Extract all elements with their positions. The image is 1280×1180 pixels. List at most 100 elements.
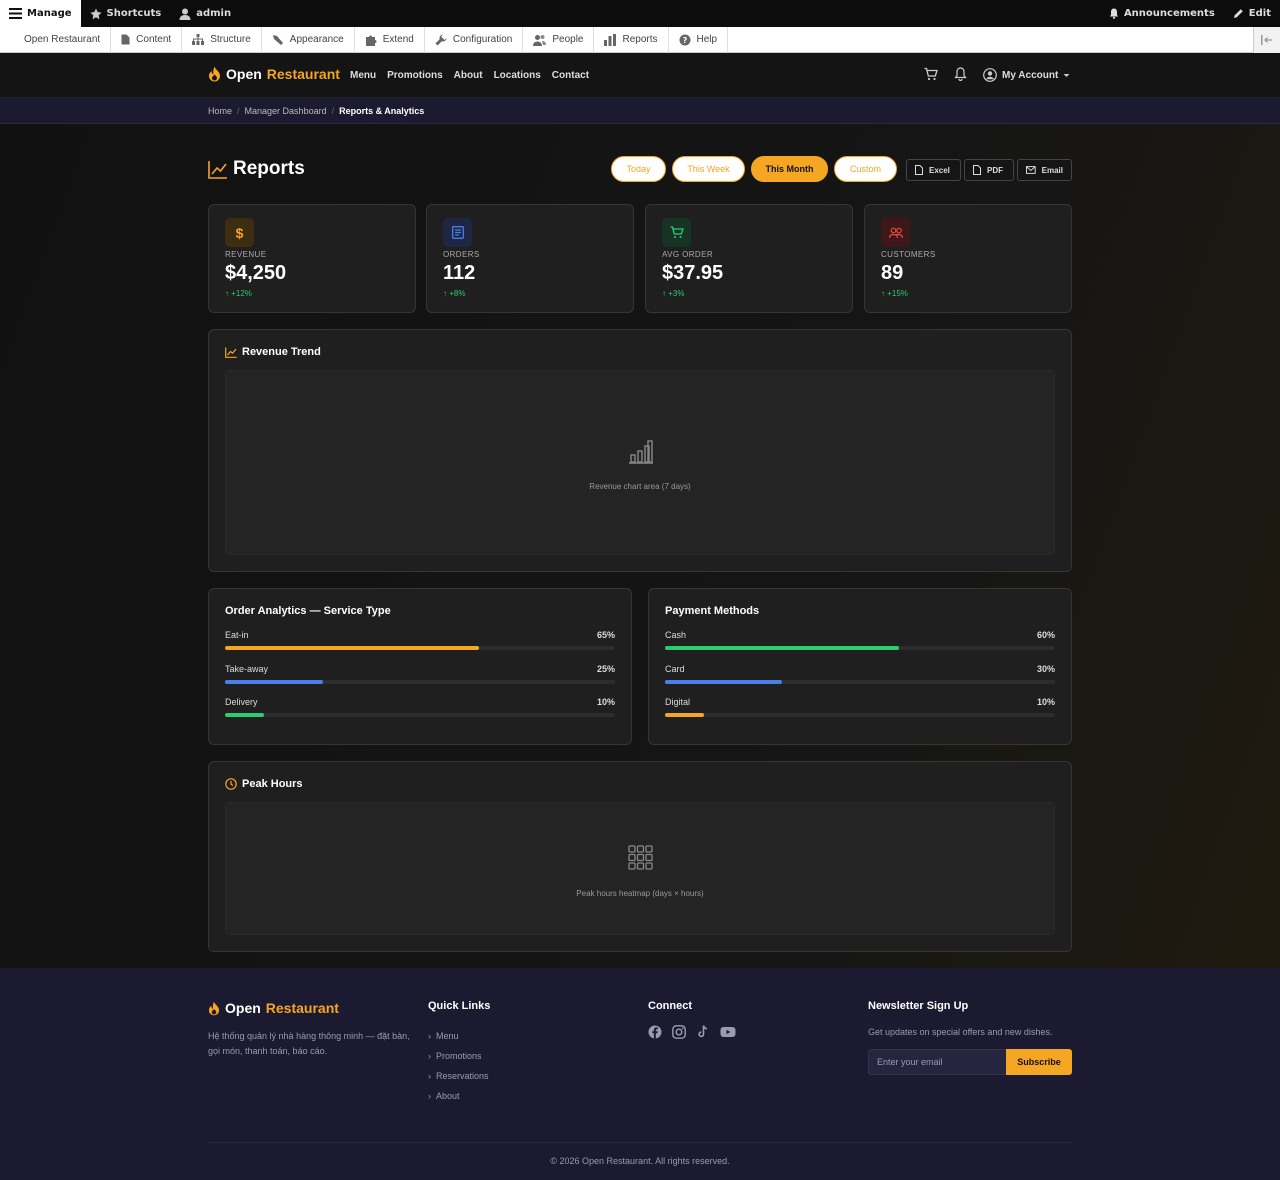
user-tab[interactable]: admin	[170, 0, 240, 27]
account-menu[interactable]: My Account	[983, 68, 1070, 82]
edit-label: Edit	[1248, 8, 1271, 19]
site-logo[interactable]: Open Restaurant	[208, 66, 340, 82]
tray-item-open-restaurant[interactable]: Open Restaurant	[0, 26, 112, 53]
dollar-icon: $	[225, 218, 254, 247]
instagram-icon[interactable]	[672, 1025, 686, 1039]
email-input[interactable]	[868, 1049, 1006, 1075]
youtube-icon[interactable]	[720, 1025, 736, 1039]
link-label: Promotions	[436, 1051, 482, 1061]
revenue-chart-area: Revenue chart area (7 days)	[225, 370, 1055, 555]
revenue-chart-placeholder: Revenue chart area (7 days)	[589, 482, 691, 491]
period-custom[interactable]: Custom	[834, 156, 897, 182]
breadcrumb-dashboard[interactable]: Manager Dashboard	[245, 106, 327, 116]
payment-row-card: Card 30%	[665, 664, 1055, 692]
main-nav: Menu Promotions About Locations Contact	[350, 70, 589, 81]
facebook-icon[interactable]	[648, 1025, 662, 1039]
hamburger-icon	[9, 8, 22, 19]
stat-label: AVG ORDER	[662, 250, 714, 259]
stat-change: ↑ +3%	[662, 289, 685, 298]
copyright: © 2026 Open Restaurant. All rights reser…	[550, 1156, 730, 1166]
period-this-month[interactable]: This Month	[751, 156, 828, 182]
peak-hours-card: Peak Hours Peak hours heatmap (days × ho…	[208, 761, 1072, 952]
export-email-button[interactable]: Email	[1017, 159, 1072, 181]
chevron-right-icon: ›	[428, 1031, 431, 1041]
admin-toolbar: Manage Shortcuts admin Announcements Edi…	[0, 0, 1280, 27]
row-percent: 10%	[596, 697, 615, 707]
tray-label: Appearance	[289, 34, 344, 45]
row-name: Digital	[665, 697, 691, 707]
collapse-icon	[1261, 34, 1272, 45]
service-row-take-away: Take-away 25%	[225, 664, 615, 692]
row-percent: 25%	[596, 664, 615, 674]
stat-card-customers: CUSTOMERS 89 ↑ +15%	[864, 204, 1072, 313]
breadcrumb-separator: /	[331, 105, 335, 116]
payment-methods-title: Payment Methods	[665, 605, 760, 617]
breadcrumb-home[interactable]: Home	[208, 106, 232, 116]
tray-label: Extend	[382, 34, 414, 45]
row-name: Eat-in	[225, 630, 249, 640]
tray-item-help[interactable]: ? Help	[669, 26, 729, 53]
notification-bell-icon[interactable]	[954, 67, 967, 81]
service-row-delivery: Delivery 10%	[225, 697, 615, 725]
footer-link-about[interactable]: › About	[428, 1086, 490, 1106]
puzzle-icon	[365, 35, 377, 46]
announcements-label: Announcements	[1123, 8, 1215, 19]
nav-promotions[interactable]: Promotions	[387, 70, 443, 81]
nav-about[interactable]: About	[454, 70, 483, 81]
newsletter-text: Get updates on special offers and new di…	[868, 1027, 1053, 1037]
star-icon	[89, 8, 102, 19]
footer-quick-links: Quick Links › Menu › Promotions › Reservati…	[428, 1000, 490, 1106]
stat-value: 112	[443, 262, 476, 284]
link-label: About	[436, 1091, 460, 1101]
wrench-icon	[435, 33, 447, 45]
progress-fill	[225, 680, 323, 684]
payment-methods-card: Payment Methods Cash 60% Card 30% Digita…	[648, 588, 1072, 745]
nav-locations[interactable]: Locations	[494, 70, 541, 81]
row-percent: 60%	[1036, 630, 1055, 640]
newsletter-form: Subscribe	[868, 1049, 1072, 1075]
link-label: Reservations	[436, 1071, 489, 1081]
document-icon	[121, 34, 130, 45]
footer-link-promotions[interactable]: › Promotions	[428, 1046, 490, 1066]
brand-second: Restaurant	[265, 1000, 339, 1016]
stat-value: $4,250	[225, 262, 287, 284]
tray-item-appearance[interactable]: Appearance	[262, 26, 355, 53]
tray-item-reports[interactable]: Reports	[594, 26, 669, 53]
account-label: My Account	[1002, 69, 1059, 81]
footer-logo[interactable]: Open Restaurant	[208, 1000, 418, 1016]
page-title-text: Reports	[233, 158, 305, 179]
export-pdf-button[interactable]: PDF	[964, 159, 1014, 181]
tray-item-extend[interactable]: Extend	[355, 26, 425, 53]
row-name: Take-away	[225, 664, 269, 674]
collapse-tray-button[interactable]	[1253, 26, 1280, 53]
edit-button[interactable]: Edit	[1224, 0, 1280, 27]
subscribe-button[interactable]: Subscribe	[1006, 1049, 1072, 1075]
nav-menu[interactable]: Menu	[350, 70, 376, 81]
progress-fill	[665, 713, 704, 717]
user-label: admin	[196, 8, 232, 19]
peak-hours-heatmap-area: Peak hours heatmap (days × hours)	[225, 802, 1055, 935]
period-today[interactable]: Today	[611, 156, 666, 182]
tray-item-people[interactable]: People	[523, 26, 595, 53]
chevron-right-icon: ›	[428, 1051, 431, 1061]
footer-link-reservations[interactable]: › Reservations	[428, 1066, 490, 1086]
footer-link-menu[interactable]: › Menu	[428, 1026, 490, 1046]
tiktok-icon[interactable]	[696, 1025, 710, 1039]
progress-track	[225, 713, 615, 717]
bell-icon	[1109, 8, 1119, 19]
file-pdf-icon	[973, 165, 981, 175]
announcements-button[interactable]: Announcements	[1100, 0, 1224, 27]
cart-icon[interactable]	[924, 67, 938, 81]
tray-item-structure[interactable]: Structure	[182, 26, 262, 53]
period-this-week[interactable]: This Week	[672, 156, 745, 182]
tray-item-content[interactable]: Content	[111, 26, 183, 53]
tray-item-configuration[interactable]: Configuration	[425, 26, 524, 53]
question-icon: ?	[679, 34, 690, 45]
progress-fill	[225, 646, 479, 650]
site-footer: Open Restaurant Hệ thống quản lý nhà hàng…	[0, 968, 1280, 1180]
shortcuts-tab[interactable]: Shortcuts	[81, 0, 171, 27]
pencil-icon	[1233, 9, 1243, 18]
export-excel-button[interactable]: Excel	[906, 159, 961, 181]
nav-contact[interactable]: Contact	[552, 70, 589, 81]
manage-tab[interactable]: Manage	[0, 0, 81, 27]
